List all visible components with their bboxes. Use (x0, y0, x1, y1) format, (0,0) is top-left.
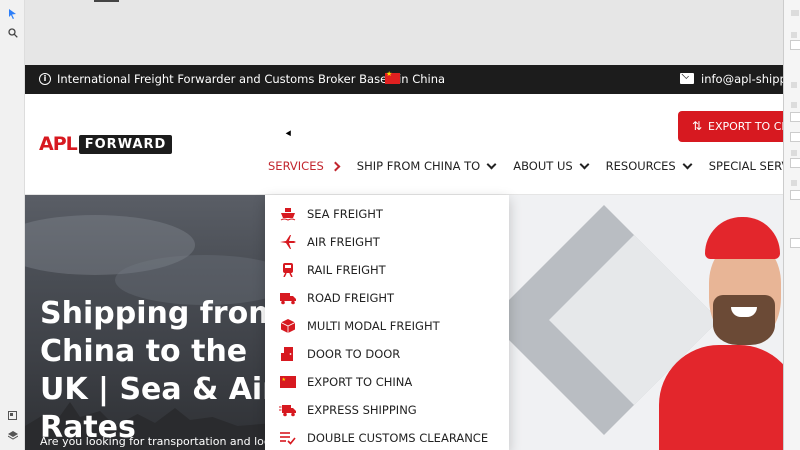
panel-input[interactable] (790, 132, 800, 142)
dropdown-item-sea-freight[interactable]: SEA FREIGHT (265, 200, 509, 228)
site-logo[interactable]: APL FORWARD (39, 133, 173, 155)
panel-label (791, 82, 797, 88)
checklist-icon (279, 431, 296, 445)
dropdown-item-double-customs-clearance[interactable]: DOUBLE CUSTOMS CLEARANCE (265, 424, 509, 450)
dropdown-item-express-shipping[interactable]: EXPRESS SHIPPING (265, 396, 509, 424)
china-flag-icon (385, 70, 400, 84)
dropdown-item-road-freight[interactable]: ROAD FREIGHT (265, 284, 509, 312)
panel-label (791, 180, 797, 186)
main-nav: SERVICES SHIP FROM CHINA TO ABOUT US RES… (268, 157, 783, 175)
info-icon: i (39, 73, 51, 85)
panel-label (791, 150, 797, 156)
panel-input[interactable] (790, 238, 800, 248)
editor-handle (94, 0, 119, 2)
editor-settings-panel (783, 0, 800, 450)
cta-label: EXPORT TO CHIN (708, 120, 783, 133)
dropdown-item-air-freight[interactable]: AIR FREIGHT (265, 228, 509, 256)
chevron-down-icon (486, 159, 497, 169)
door-icon (279, 347, 296, 361)
dropdown-item-door-to-door[interactable]: DOOR TO DOOR (265, 340, 509, 368)
person-beard (713, 295, 775, 345)
logo-forward-text: FORWARD (78, 134, 173, 154)
editor-canvas-top (25, 0, 785, 65)
hero-subtitle: Are you looking for transportation and l… (40, 435, 299, 448)
truck-icon (279, 291, 296, 305)
cursor-tool-icon[interactable] (5, 6, 20, 21)
panel-input[interactable] (790, 190, 800, 200)
dropdown-item-rail-freight[interactable]: RAIL FREIGHT (265, 256, 509, 284)
plane-icon (279, 235, 296, 249)
panel-label (791, 10, 799, 16)
mail-icon (680, 73, 694, 84)
search-icon[interactable] (5, 25, 20, 40)
nav-item-special-service[interactable]: SPECIAL SERVICE (709, 159, 783, 173)
fast-truck-icon (279, 403, 296, 417)
services-dropdown: SEA FREIGHT AIR FREIGHT RAIL FREIGHT ROA… (265, 195, 509, 450)
export-to-china-button[interactable]: ⇅ EXPORT TO CHIN (678, 111, 783, 142)
panel-label (791, 32, 797, 38)
layers-icon[interactable] (5, 428, 20, 443)
hero-title: Shipping from China to the UK | Sea & Ai… (40, 296, 280, 445)
ship-icon (279, 207, 296, 221)
china-flag-icon: ★ (279, 375, 296, 389)
chevron-right-icon (330, 161, 341, 171)
person-shirt (659, 345, 783, 450)
panel-input[interactable] (790, 158, 800, 168)
panel-input[interactable] (790, 40, 800, 50)
train-icon (279, 263, 296, 277)
chevron-down-icon (579, 159, 590, 169)
editor-left-rail (0, 0, 25, 450)
nav-item-resources[interactable]: RESOURCES (606, 159, 693, 173)
nav-item-services[interactable]: SERVICES (268, 159, 341, 173)
swap-vertical-icon: ⇅ (692, 119, 703, 133)
panel-label (791, 102, 797, 108)
hero-photo (509, 195, 783, 450)
nav-item-about-us[interactable]: ABOUT US (513, 159, 590, 173)
svg-text:★: ★ (281, 377, 286, 383)
screen: i International Freight Forwarder and Cu… (0, 0, 800, 450)
dropdown-item-multi-modal-freight[interactable]: MULTI MODAL FREIGHT (265, 312, 509, 340)
navigator-icon[interactable] (5, 408, 20, 423)
cube-icon (279, 319, 296, 333)
site-header: APL FORWARD ⇅ EXPORT TO CHIN SERVICES SH… (25, 94, 783, 195)
logo-apl-text: APL (39, 133, 78, 155)
panel-input[interactable] (790, 112, 800, 122)
top-info-bar: i International Freight Forwarder and Cu… (25, 65, 783, 94)
chevron-down-icon (682, 159, 693, 169)
person-cap (705, 217, 780, 259)
email-link[interactable]: info@apl-shippin (701, 72, 783, 86)
nav-item-ship-from-china-to[interactable]: SHIP FROM CHINA TO (357, 159, 497, 173)
dropdown-item-export-to-china[interactable]: ★ EXPORT TO CHINA (265, 368, 509, 396)
